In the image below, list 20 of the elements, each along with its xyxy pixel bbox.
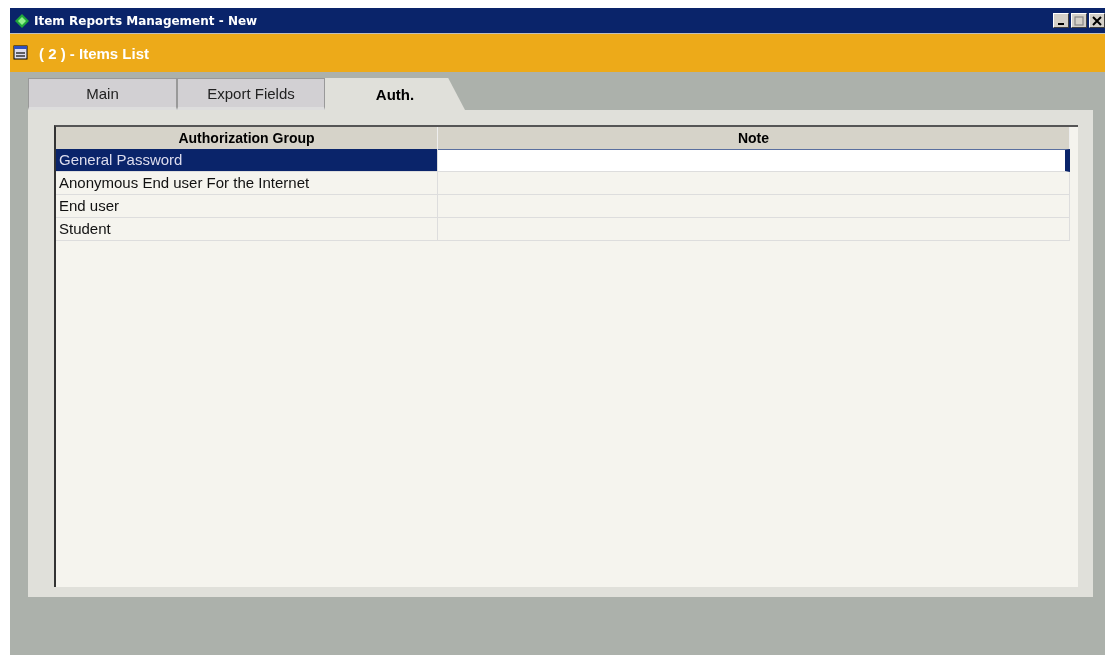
note-cell[interactable]	[438, 149, 1070, 172]
tab[interactable]: Auth.	[325, 78, 465, 110]
list-icon	[13, 45, 29, 61]
table-cell[interactable]: Student	[56, 218, 438, 241]
maximize-button[interactable]	[1071, 13, 1087, 28]
section-title: ( 2 ) - Items List	[39, 44, 150, 62]
table-cell[interactable]: General Password	[56, 149, 438, 172]
tab[interactable]: Export Fields	[177, 78, 325, 110]
table-cell[interactable]: End user	[56, 195, 438, 218]
column-header[interactable]: Authorization Group	[56, 127, 438, 149]
maximize-icon	[1074, 15, 1084, 26]
minimize-button[interactable]	[1053, 13, 1069, 28]
diamond-icon	[15, 13, 29, 28]
tab[interactable]: Main	[28, 78, 177, 110]
close-button[interactable]	[1089, 13, 1105, 28]
window-title: Item Reports Management - New	[34, 13, 258, 28]
table-cell[interactable]: Anonymous End user For the Internet	[56, 172, 438, 195]
column-header[interactable]: Note	[438, 127, 1070, 149]
close-icon	[1092, 15, 1102, 26]
minimize-icon	[1058, 23, 1064, 25]
